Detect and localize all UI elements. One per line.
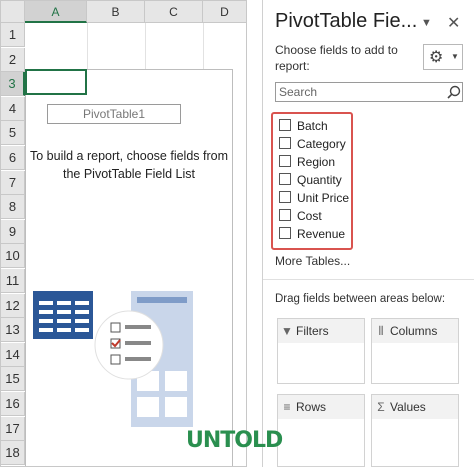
field-quantity[interactable]: Quantity	[279, 171, 342, 189]
pivot-field-list-panel: PivotTable Fie... ▼ ✕ Choose fields to a…	[262, 0, 474, 467]
rows-area[interactable]: ≡ Rows	[277, 394, 365, 467]
field-batch[interactable]: Batch	[279, 117, 328, 135]
checkbox[interactable]	[279, 173, 291, 185]
selected-cell[interactable]	[25, 69, 87, 95]
tools-button[interactable]: ⚙ ▼	[423, 44, 463, 70]
checkbox[interactable]	[279, 191, 291, 203]
select-all-corner[interactable]	[1, 1, 25, 23]
chevron-down-icon: ▼	[451, 52, 459, 61]
row-header-7[interactable]: 7	[1, 170, 25, 195]
field-cost[interactable]: Cost	[279, 207, 322, 225]
row-header-1[interactable]: 1	[1, 23, 25, 47]
close-icon[interactable]: ✕	[447, 13, 460, 33]
column-header-a[interactable]: A	[25, 1, 87, 23]
row-header-18[interactable]: 18	[1, 441, 25, 466]
pivot-illustration-icon	[33, 291, 193, 427]
pivot-table-name: PivotTable1	[47, 104, 181, 124]
pivot-instructions: To build a report, choose fields from th…	[29, 149, 229, 181]
rows-icon: ≡	[283, 400, 291, 414]
checkbox[interactable]	[279, 209, 291, 221]
gear-icon: ⚙	[429, 49, 444, 66]
more-tables-link[interactable]: More Tables...	[275, 254, 350, 268]
field-search-input[interactable]: Search	[275, 82, 463, 102]
row-header-5[interactable]: 5	[1, 121, 25, 146]
row-header-16[interactable]: 16	[1, 392, 25, 416]
filters-area[interactable]: ▼ Filters	[277, 318, 365, 384]
field-list: Batch Category Region Quantity Unit Pric…	[271, 112, 353, 250]
row-header-4[interactable]: 4	[1, 96, 25, 121]
spreadsheet: A B C D 1 2 3 4 5 6 7 8 9 10 11 12 13 14 15 16 17 18 Pivo…	[0, 0, 268, 467]
field-unit-price[interactable]: Unit Price	[279, 189, 349, 207]
row-header-14[interactable]: 14	[1, 342, 25, 367]
checkbox[interactable]	[279, 119, 291, 131]
sigma-icon: Σ	[377, 400, 385, 414]
checkbox[interactable]	[279, 227, 291, 239]
column-header-b[interactable]: B	[87, 1, 145, 23]
row-header-6[interactable]: 6	[1, 146, 25, 170]
choose-fields-label: Choose fields to add to report:	[275, 43, 398, 73]
drag-fields-label: Drag fields between areas below:	[275, 293, 446, 305]
checkbox[interactable]	[279, 155, 291, 167]
field-category[interactable]: Category	[279, 135, 346, 153]
values-area[interactable]: Σ Values	[371, 394, 459, 467]
row-header-17[interactable]: 17	[1, 416, 25, 441]
column-header-c[interactable]: C	[145, 1, 203, 23]
row-header-3[interactable]: 3	[1, 72, 25, 97]
checkbox[interactable]	[279, 137, 291, 149]
row-header-9[interactable]: 9	[1, 219, 25, 244]
field-revenue[interactable]: Revenue	[279, 225, 345, 243]
divider	[263, 279, 474, 280]
panel-title: PivotTable Fie...	[275, 10, 418, 32]
search-icon[interactable]	[447, 85, 461, 99]
row-header-15[interactable]: 15	[1, 367, 25, 392]
column-header-d[interactable]: D	[203, 1, 247, 23]
filter-icon: ▼	[281, 324, 293, 338]
row-header-10[interactable]: 10	[1, 244, 25, 269]
columns-area[interactable]: ⫴ Columns	[371, 318, 459, 384]
field-region[interactable]: Region	[279, 153, 335, 171]
chevron-down-icon[interactable]: ▼	[421, 17, 432, 29]
row-header-12[interactable]: 12	[1, 293, 25, 318]
row-header-13[interactable]: 13	[1, 318, 25, 343]
columns-icon: ⫴	[378, 324, 384, 338]
row-header-11[interactable]: 11	[1, 269, 25, 293]
row-header-8[interactable]: 8	[1, 195, 25, 220]
untold-logo: UNTOLD	[186, 428, 283, 453]
row-header-2[interactable]: 2	[1, 47, 25, 72]
